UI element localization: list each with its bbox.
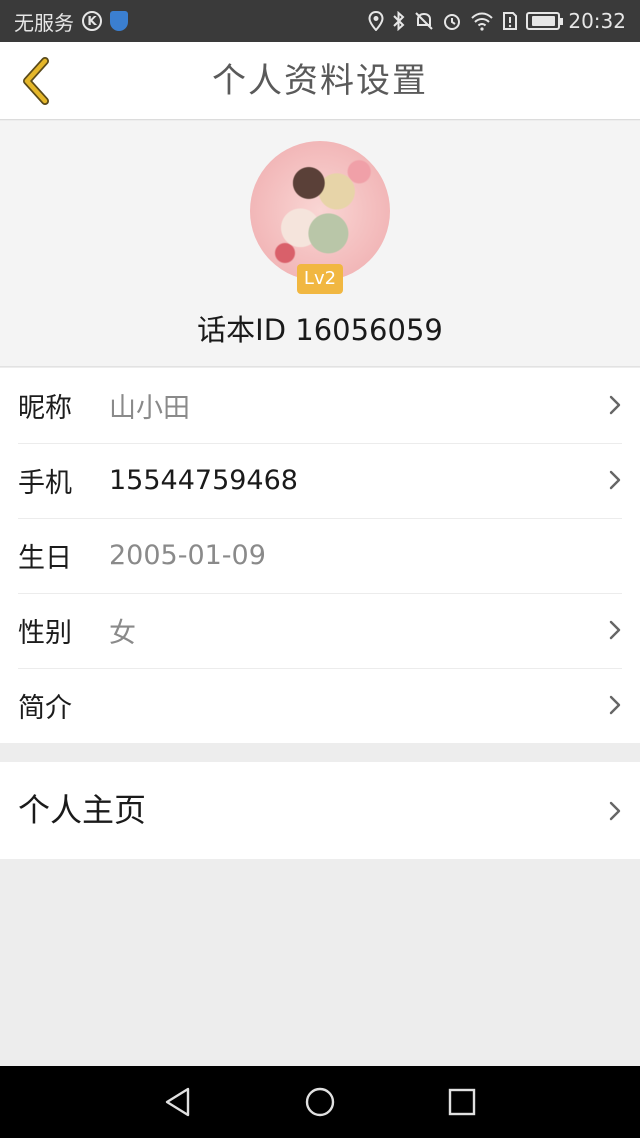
user-id: 话本ID 16056059	[197, 313, 443, 347]
birthday-value: 2005-01-09	[109, 540, 266, 571]
chevron-right-icon	[608, 800, 622, 822]
bluetooth-icon	[393, 11, 405, 31]
chevron-right-icon	[608, 394, 622, 416]
system-nav-bar	[0, 1066, 640, 1138]
profile-header: Lv2 话本ID 16056059	[0, 121, 640, 367]
phone-value: 15544759468	[109, 465, 298, 496]
wifi-icon	[471, 12, 494, 31]
screen: 无服务 K 20:32 个人资料设置 Lv2 话本ID 16056059 昵称 …	[0, 0, 640, 1138]
phone-row[interactable]: 手机 15544759468	[0, 443, 640, 518]
chevron-right-icon	[608, 694, 622, 716]
status-bar: 无服务 K 20:32	[0, 0, 640, 42]
chevron-right-icon	[608, 619, 622, 641]
carrier-text: 无服务	[14, 10, 74, 35]
gender-label: 性别	[18, 618, 72, 649]
location-icon	[368, 11, 384, 31]
battery-icon	[526, 12, 564, 30]
nickname-row[interactable]: 昵称 山小田	[0, 368, 640, 443]
avatar[interactable]	[250, 141, 390, 281]
birthday-label: 生日	[18, 543, 72, 574]
gender-row[interactable]: 性别 女	[0, 593, 640, 668]
shield-icon	[110, 11, 128, 31]
birthday-row: 生日 2005-01-09	[0, 518, 640, 593]
chevron-right-icon	[608, 469, 622, 491]
alarm-icon	[444, 14, 461, 30]
gender-value: 女	[109, 618, 136, 649]
nickname-value: 山小田	[109, 393, 190, 424]
home-circle-icon[interactable]	[304, 1086, 336, 1118]
nickname-label: 昵称	[18, 393, 72, 424]
bio-row[interactable]: 简介	[0, 668, 640, 743]
nav-bar: 个人资料设置	[0, 42, 640, 120]
level-badge: Lv2	[297, 264, 343, 294]
k-icon: K	[82, 11, 102, 31]
clock-time: 20:32	[568, 9, 626, 33]
sim-alert-icon	[503, 12, 518, 30]
homepage-row[interactable]: 个人主页	[0, 762, 640, 859]
back-triangle-icon[interactable]	[162, 1086, 194, 1118]
recents-square-icon[interactable]	[446, 1086, 478, 1118]
homepage-label: 个人主页	[18, 791, 147, 829]
bio-label: 简介	[18, 693, 72, 724]
phone-label: 手机	[18, 468, 72, 499]
mute-icon	[415, 12, 434, 30]
profile-fields-list: 昵称 山小田 手机 15544759468 生日 2005-01-09 性别 女…	[0, 368, 640, 743]
page-title: 个人资料设置	[212, 61, 428, 101]
